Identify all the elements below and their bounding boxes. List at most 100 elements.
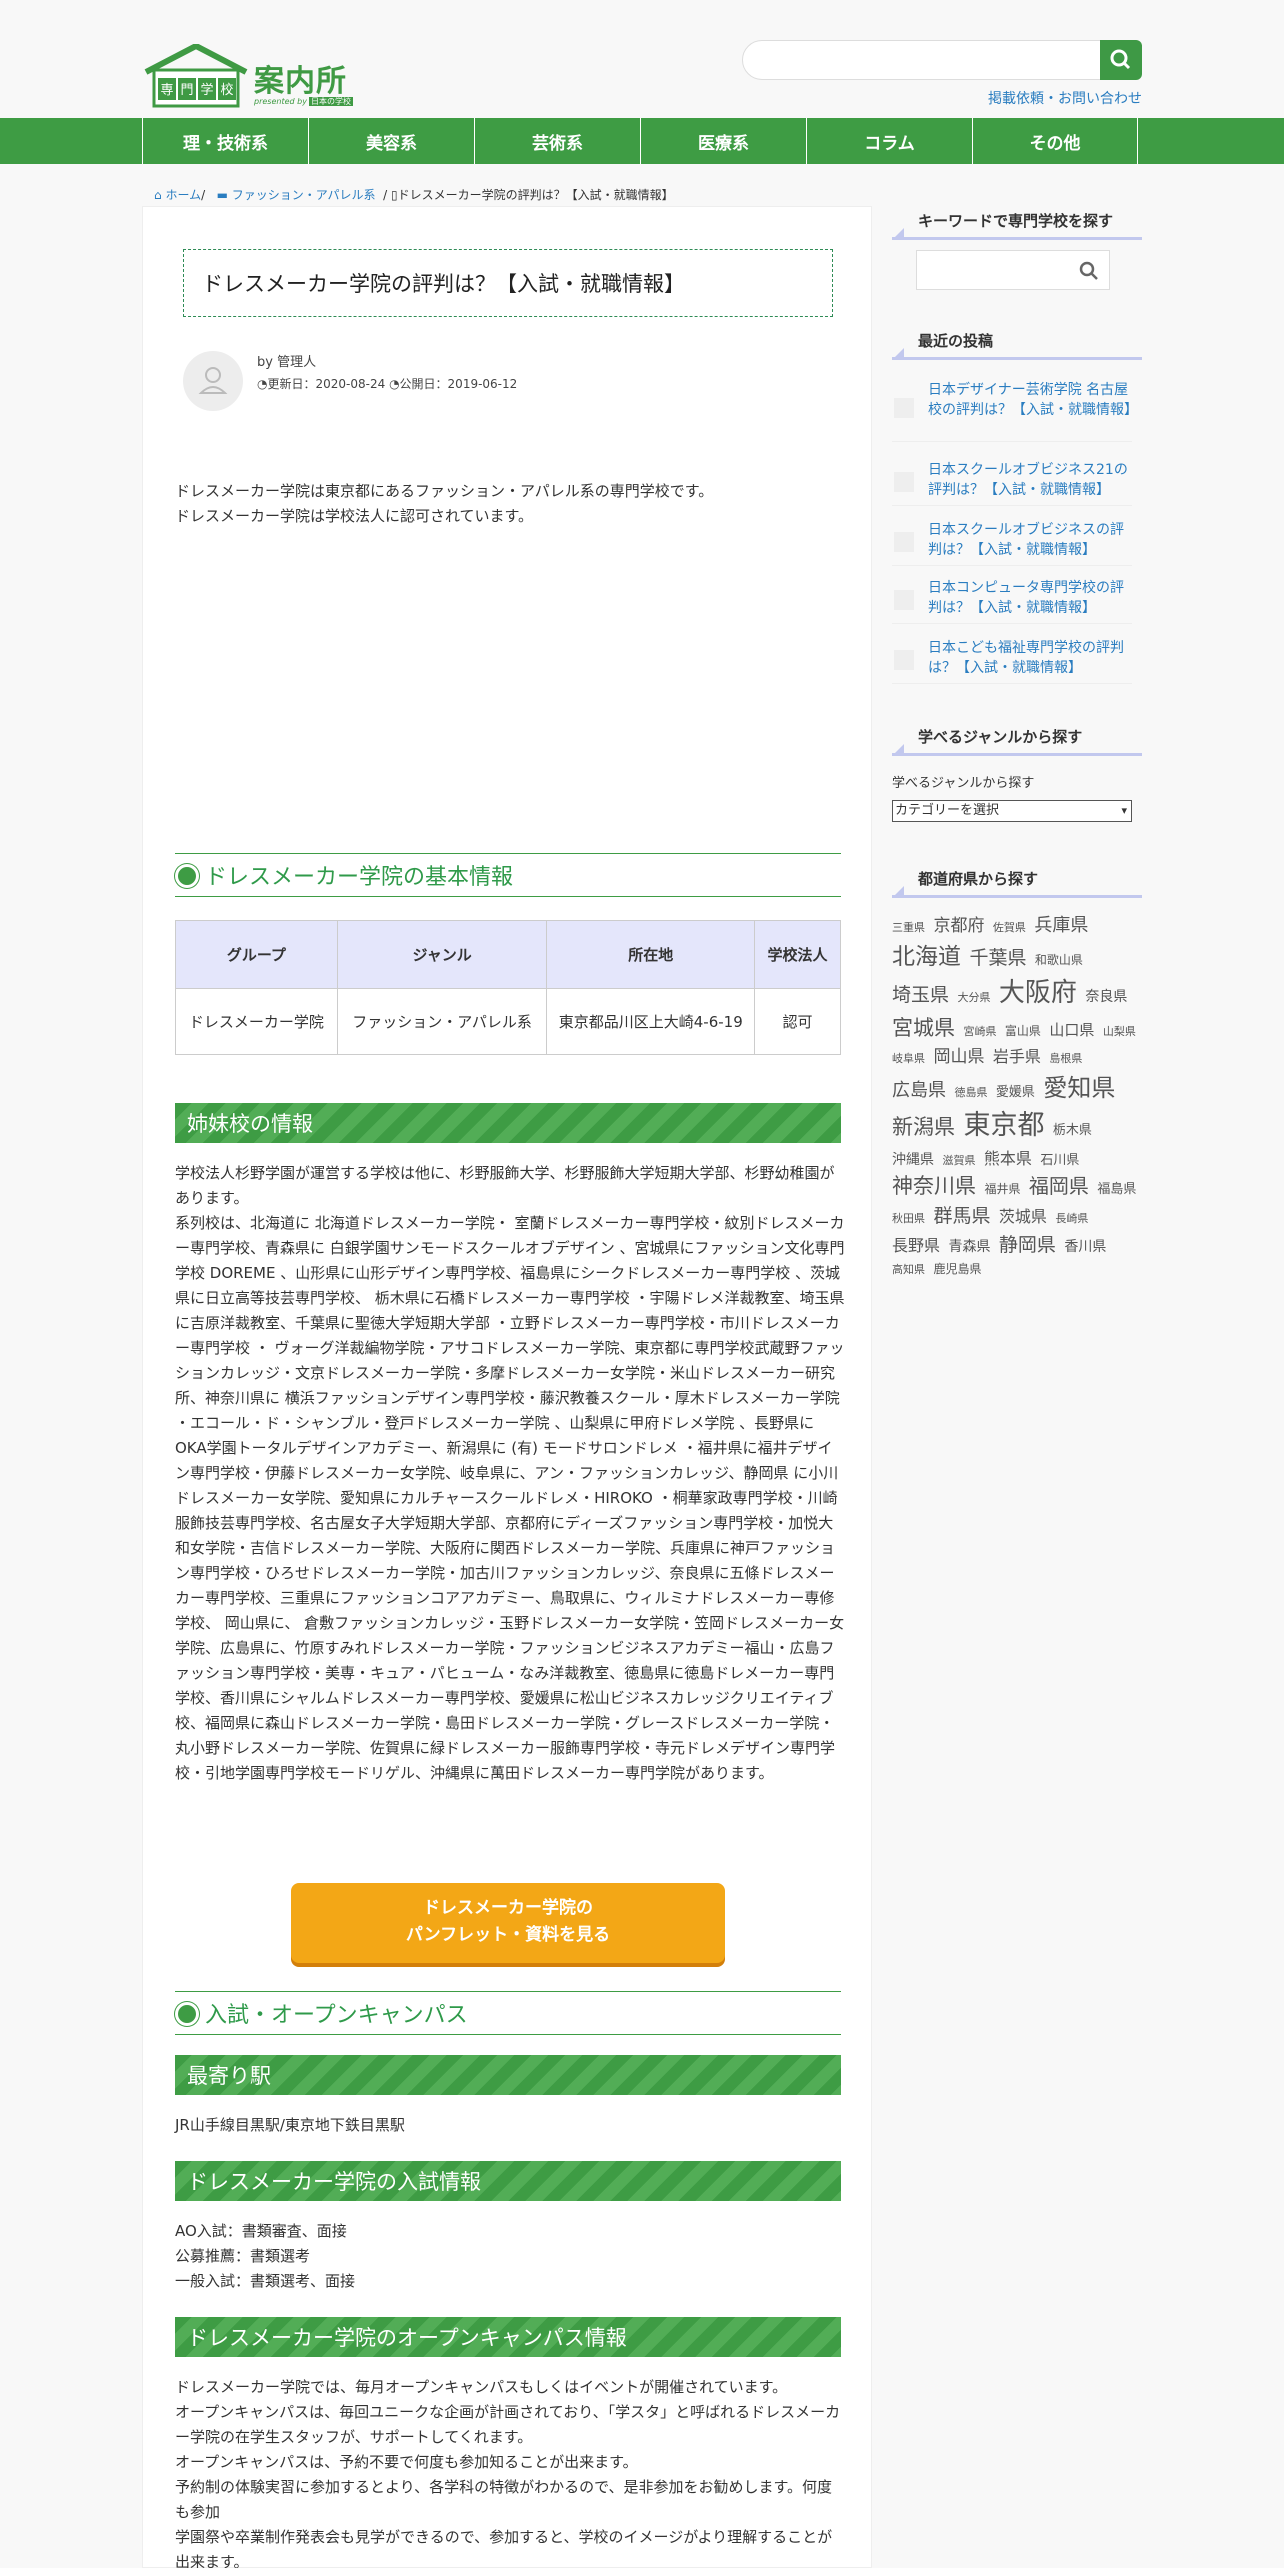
prefecture-tag[interactable]: 山口県 [1049,1021,1094,1039]
recent-post-item[interactable]: 日本スクールオブビジネスの評判は？【入試・就職情報】 [892,520,1132,566]
prefecture-tag-cloud: 三重県 京都府 佐賀県 兵庫県 北海道 千葉県 和歌山県 埼玉県 大分県 大阪府… [892,912,1142,1280]
prefecture-tag[interactable]: 群馬県 [933,1205,990,1227]
prefecture-tag[interactable]: 栃木県 [1053,1123,1092,1138]
prefecture-tag[interactable]: 福岡県 [1029,1174,1089,1198]
prefecture-tag[interactable]: 高知県 [892,1263,925,1276]
heading-bullet-icon [175,2002,199,2026]
breadcrumb-category[interactable]: ファッション・アパレル系 [232,188,376,202]
breadcrumb-current: ドレスメーカー学院の評判は？【入試・就職情報】 [397,188,674,202]
prefecture-tag[interactable]: 京都府 [933,916,984,936]
recent-post-link[interactable]: 日本コンピュータ専門学校の評判は？【入試・就職情報】 [928,580,1124,616]
prefecture-tag[interactable]: 愛媛県 [996,1085,1035,1100]
recent-post-link[interactable]: 日本スクールオブビジネス21の評判は？【入試・就職情報】 [928,462,1128,498]
post-thumbnail [894,398,914,418]
prefecture-tag[interactable]: 北海道 [892,944,961,970]
prefecture-tag[interactable]: 青森県 [948,1239,990,1255]
recent-post-item[interactable]: 日本こども福祉専門学校の評判は？【入試・就職情報】 [892,638,1132,684]
genre-label: 学べるジャンルから探す [892,776,1035,791]
prefecture-tag[interactable]: 兵庫県 [1034,915,1088,936]
contact-link[interactable]: 掲載依頼・お問い合わせ [988,88,1142,108]
table-header: グループ [175,920,338,989]
prefecture-tag[interactable]: 茨城県 [999,1207,1047,1226]
prefecture-tag[interactable]: 熊本県 [984,1149,1032,1168]
prefecture-tag[interactable]: 三重県 [892,921,925,934]
recent-post-item[interactable]: 日本スクールオブビジネス21の評判は？【入試・就職情報】 [892,460,1132,506]
pamphlet-button-line2: パンフレット・資料を見る [405,1925,611,1945]
header-search-input[interactable] [742,40,1142,80]
prefecture-tag[interactable]: 山梨県 [1103,1025,1136,1038]
genre-select[interactable]: カテゴリーを選択 [892,800,1132,822]
nav-item-other[interactable]: その他 [972,118,1138,164]
table-header: ジャンル [336,920,548,989]
prefecture-tag[interactable]: 鹿児島県 [933,1262,981,1276]
prefecture-tag[interactable]: 神奈川県 [892,1174,976,1198]
prefecture-tag[interactable]: 石川県 [1040,1153,1079,1168]
recent-post-link[interactable]: 日本デザイナー芸術学院 名古屋校の評判は？【入試・就職情報】 [928,382,1138,418]
open-campus-heading: ドレスメーカー学院のオープンキャンパス情報 [175,2317,841,2357]
station-text: JR山手線目黒駅/東京地下鉄目黒駅 [175,2116,405,2134]
global-nav: 理・技術系 美容系 芸術系 医療系 コラム その他 [0,118,1284,164]
nav-item-art[interactable]: 芸術系 [474,118,640,164]
prefecture-tag[interactable]: 長崎県 [1055,1212,1088,1225]
prefecture-tag[interactable]: 岩手県 [993,1047,1041,1066]
article-main: ドレスメーカー学院の評判は？【入試・就職情報】 by 管理人 ◔更新日：2020… [142,206,872,2568]
prefecture-tag[interactable]: 宮城県 [892,1016,955,1040]
header-search-button[interactable] [1100,40,1142,80]
nav-item-column[interactable]: コラム [806,118,972,164]
prefecture-tag[interactable]: 沖縄県 [892,1152,934,1168]
prefecture-tag[interactable]: 岡山県 [933,1047,984,1067]
intro-text: ドレスメーカー学院は東京都にあるファッション・アパレル系の専門学校です。 ドレス… [175,482,714,525]
site-logo[interactable]: 専 門 学 校 案内所 presented by 日本の学校 [142,44,353,108]
prefecture-tag[interactable]: 大阪府 [999,978,1077,1008]
exam-text: AO入試：書類審査、面接 公募推薦：書類選考 一般入試：書類選考、面接 [175,2222,356,2290]
prefecture-tag[interactable]: 富山県 [1005,1024,1041,1038]
logo-subtitle: presented by 日本の学校 [254,97,353,106]
prefecture-tag[interactable]: 岐阜県 [892,1052,925,1065]
nav-item-medical[interactable]: 医療系 [640,118,806,164]
nav-item-science[interactable]: 理・技術系 [142,118,308,164]
prefecture-tag[interactable]: 新潟県 [892,1115,955,1139]
search-icon[interactable] [1077,259,1101,283]
folder-icon: ▬ [216,188,228,202]
prefecture-tag[interactable]: 宮崎県 [963,1025,996,1038]
search-icon [1110,49,1131,70]
logo-title: 案内所 [254,64,347,99]
prefecture-tag[interactable]: 徳島県 [954,1086,987,1099]
sister-heading: 姉妹校の情報 [175,1103,841,1143]
prefecture-tag[interactable]: 奈良県 [1085,989,1127,1005]
recent-post-link[interactable]: 日本スクールオブビジネスの評判は？【入試・就職情報】 [928,522,1124,558]
prefecture-tag[interactable]: 島根県 [1049,1052,1082,1065]
recent-post-item[interactable]: 日本コンピュータ専門学校の評判は？【入試・就職情報】 [892,578,1132,624]
prefecture-tag[interactable]: 広島県 [892,1080,946,1101]
prefecture-tag[interactable]: 愛知県 [1043,1074,1115,1102]
prefecture-tag[interactable]: 長野県 [892,1236,940,1255]
recent-post-link[interactable]: 日本こども福祉専門学校の評判は？【入試・就職情報】 [928,640,1124,676]
prefecture-tag[interactable]: 大分県 [957,991,990,1004]
clock-icon: ◔ [257,377,268,391]
prefecture-tag[interactable]: 滋賀県 [942,1154,975,1167]
recent-post-item[interactable]: 日本デザイナー芸術学院 名古屋校の評判は？【入試・就職情報】 [892,380,1138,442]
section-heading-text: 入試・オープンキャンパス [205,2003,468,2028]
pamphlet-button[interactable]: ドレスメーカー学院の パンフレット・資料を見る [291,1883,725,1963]
prefecture-tag[interactable]: 静岡県 [999,1234,1056,1256]
user-icon [198,367,228,394]
nav-item-beauty[interactable]: 美容系 [308,118,474,164]
post-thumbnail [894,532,914,552]
prefecture-tag[interactable]: 福島県 [1097,1182,1136,1197]
prefecture-tag[interactable]: 秋田県 [892,1212,925,1225]
prefecture-tag[interactable]: 和歌山県 [1035,953,1083,967]
sidebar-search-input[interactable] [916,250,1110,290]
school-house-logo-icon: 専 門 学 校 [144,44,248,108]
breadcrumb-home[interactable]: ホーム [165,188,201,202]
prefecture-tag[interactable]: 福井県 [984,1182,1020,1196]
prefecture-tag[interactable]: 香川県 [1064,1239,1106,1255]
home-icon[interactable]: ⌂ [154,188,162,202]
prefecture-tag[interactable]: 埼玉県 [892,984,949,1006]
post-thumbnail [894,650,914,670]
prefecture-tag[interactable]: 東京都 [963,1110,1044,1141]
prefecture-tag[interactable]: 佐賀県 [993,921,1026,934]
section-heading-text: ドレスメーカー学院の基本情報 [205,865,514,890]
sidebar-heading-genre: 学べるジャンルから探す [892,726,1142,756]
post-thumbnail [894,590,914,610]
prefecture-tag[interactable]: 千葉県 [969,947,1026,969]
